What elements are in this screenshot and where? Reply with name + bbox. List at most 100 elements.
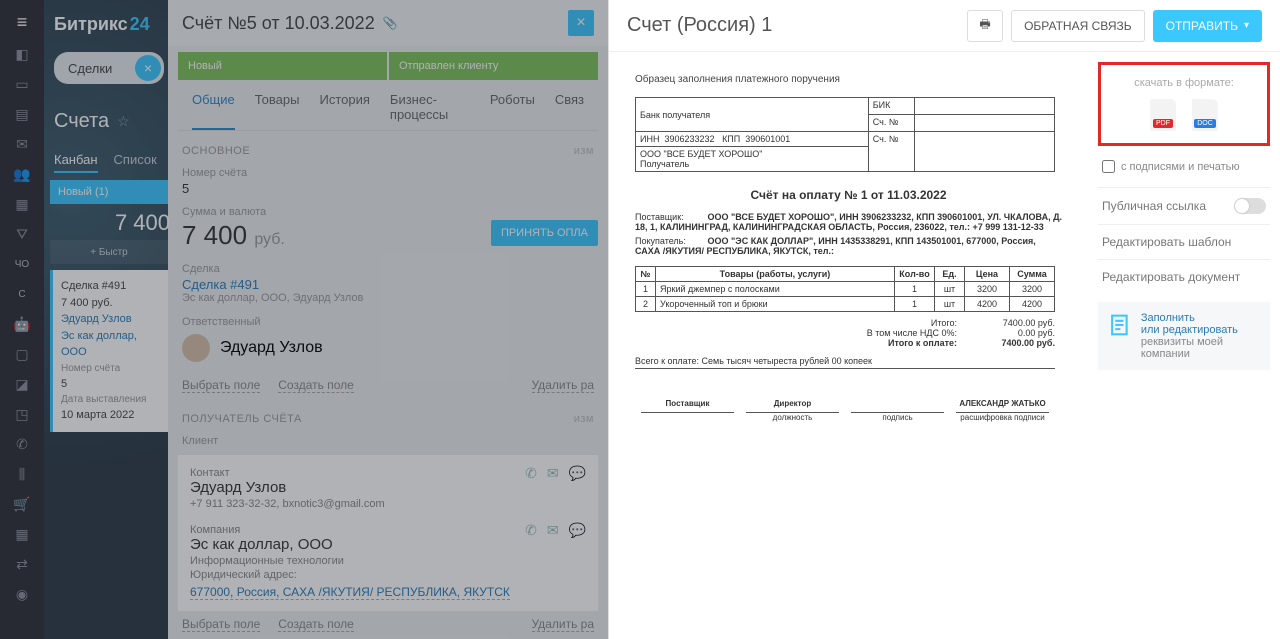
kanban-card[interactable]: Сделка #491 7 400 руб. Эдуард Узлов Эс к… [50, 270, 168, 432]
mail-icon-2[interactable]: ✉ [547, 522, 559, 539]
num-value: 5 [168, 181, 608, 204]
nav-icon-sliders[interactable]: ⇄ [13, 555, 31, 573]
client-label: Клиент [168, 433, 608, 449]
chat-icon-2[interactable]: 💬 [569, 522, 586, 539]
deal-sub: Эс как доллар, ООО, Эдуард Узлов [168, 292, 608, 314]
table-row: 1Яркий джемпер с полосками1шт32003200 [636, 282, 1055, 297]
print-button[interactable]: 🖶 [967, 10, 1003, 42]
avatar [182, 334, 210, 362]
tab-robots[interactable]: Роботы [490, 92, 535, 130]
clip-icon[interactable]: 📎 [383, 16, 398, 30]
kanban-total: 7 400 [10, 210, 170, 236]
edit-template-link[interactable]: Редактировать шаблон [1098, 224, 1270, 259]
stage-pill-new[interactable]: Новый (1) [50, 180, 168, 204]
download-doc[interactable]: DOC [1192, 99, 1218, 131]
card-date-label: Дата выставления [61, 392, 160, 407]
stamp-checkbox[interactable]: с подписями и печатью [1098, 146, 1270, 187]
invoice-panel: Счёт №5 от 10.03.2022 📎 × Новый Отправле… [168, 0, 608, 639]
nav-icon-1[interactable]: ◧ [13, 45, 31, 63]
tab-links[interactable]: Связ [555, 92, 584, 130]
invoice-close-icon[interactable]: × [568, 10, 594, 36]
doc-preview: Образец заполнения платежного поручения … [609, 52, 1088, 639]
invoice-tabs: Общие Товары История Бизнес-процессы Роб… [178, 86, 598, 131]
public-link-toggle[interactable] [1234, 198, 1266, 214]
nav-icon-phone[interactable]: ✆ [13, 435, 31, 453]
buyer-line: Покупатель: ООО "ЭС КАК ДОЛЛАР", ИНН 143… [635, 236, 1062, 256]
nav-icon-2[interactable]: ▭ [13, 75, 31, 93]
nav-icon-c[interactable]: ◳ [13, 405, 31, 423]
stage-sent[interactable]: Отправлен клиенту [389, 52, 598, 80]
mail-icon[interactable]: ✉ [547, 465, 559, 482]
download-pdf[interactable]: PDF [1150, 99, 1176, 131]
delete-section-2[interactable]: Удалить ра [532, 617, 595, 632]
table-row: 2Укороченный топ и брюки1шт42004200 [636, 297, 1055, 312]
tab-products[interactable]: Товары [255, 92, 300, 130]
edit-document-link[interactable]: Редактировать документ [1098, 259, 1270, 294]
legal-address[interactable]: 677000, Россия, САХА /ЯКУТИЯ/ РЕСПУБЛИКА… [190, 585, 510, 600]
star-icon[interactable]: ☆ [117, 113, 130, 130]
nav-text-cho[interactable]: ЧО [13, 255, 31, 273]
nav-icon-chart[interactable]: ⫼ [13, 465, 31, 483]
document-icon [1108, 312, 1133, 340]
contact-sub: +7 911 323-32-32, bxnotic3@gmail.com [190, 498, 586, 510]
quick-add-button[interactable]: + Быстр [50, 240, 168, 264]
select-field[interactable]: Выбрать поле [182, 378, 260, 393]
nav-icon-a[interactable]: ▢ [13, 345, 31, 363]
document-panel: Счет (Россия) 1 🖶 ОБРАТНАЯ СВЯЗЬ ОТПРАВИ… [608, 0, 1280, 639]
nav-icon-mail[interactable]: ✉ [13, 135, 31, 153]
nav-icon-people[interactable]: 👥 [13, 165, 31, 183]
nav-text-c[interactable]: С [13, 285, 31, 303]
section-main: ОСНОВНОЕизм [168, 131, 608, 165]
bank-table: Банк получателя БИК Сч. № ИНН 3906233232… [635, 97, 1055, 172]
nav-icon-robot[interactable]: 🤖 [13, 315, 31, 333]
deals-tab-close-icon[interactable]: × [135, 55, 161, 81]
edit-recipient[interactable]: изм [574, 413, 594, 425]
select-field-2[interactable]: Выбрать поле [182, 617, 260, 632]
chevron-down-icon: ▾ [1244, 20, 1249, 31]
num-label: Номер счёта [168, 165, 608, 181]
supplier-line: Поставщик: ООО "ВСЕ БУДЕТ ХОРОШО", ИНН 3… [635, 212, 1062, 232]
phone-icon[interactable]: ✆ [525, 465, 537, 482]
tab-history[interactable]: История [319, 92, 369, 130]
card-person: Эдуард Узлов [61, 311, 160, 328]
delete-section[interactable]: Удалить ра [532, 378, 595, 393]
tab-list[interactable]: Список [114, 152, 157, 173]
stage-bar: Новый Отправлен клиенту [178, 52, 598, 80]
company-sub: Информационные технологии [190, 555, 586, 567]
doc-side-panel: скачать в формате: PDF DOC с подписями и… [1088, 52, 1280, 639]
create-field[interactable]: Создать поле [278, 378, 354, 393]
edit-main[interactable]: изм [574, 145, 594, 157]
card-num: 5 [61, 376, 160, 393]
responsible[interactable]: Эдуард Узлов [168, 330, 608, 372]
doc-header: Счет (Россия) 1 🖶 ОБРАТНАЯ СВЯЗЬ ОТПРАВИ… [609, 0, 1280, 52]
tab-general[interactable]: Общие [192, 92, 235, 130]
create-field-2[interactable]: Создать поле [278, 617, 354, 632]
nav-icon-cart[interactable]: 🛒 [13, 495, 31, 513]
deal-link[interactable]: Сделка #491 [168, 277, 608, 292]
left-rail: ≡ ◧ ▭ ▤ ✉ 👥 ▦ ⛛ ЧО С 🤖 ▢ ◪ ◳ ✆ ⫼ 🛒 ▦ ⇄ ◉ [0, 0, 44, 639]
nav-icon-chat[interactable]: ◉ [13, 585, 31, 603]
nav-icon-3[interactable]: ▤ [13, 105, 31, 123]
legal-label: Юридический адрес: [190, 569, 586, 581]
nav-icon-b[interactable]: ◪ [13, 375, 31, 393]
totals: Итого:7400.00 руб. В том числе НДС 0%:0.… [635, 318, 1055, 348]
tab-bp[interactable]: Бизнес-процессы [390, 92, 470, 130]
chat-icon[interactable]: 💬 [569, 465, 586, 482]
fill-requisites-box[interactable]: Заполнитьили редактироватьреквизиты моей… [1098, 302, 1270, 370]
deals-tab[interactable]: Сделки × [54, 52, 164, 84]
accept-payment-button[interactable]: ПРИНЯТЬ ОПЛА [491, 220, 598, 246]
download-label: скачать в формате: [1113, 77, 1255, 89]
stage-new[interactable]: Новый [178, 52, 387, 80]
hamburger-icon[interactable]: ≡ [17, 12, 28, 33]
nav-icon-grid[interactable]: ▦ [13, 525, 31, 543]
card-sum: 7 400 руб. [61, 295, 160, 312]
amount-words: Всего к оплате: Семь тысяч четыреста руб… [635, 356, 1055, 369]
tab-kanban[interactable]: Канбан [54, 152, 98, 173]
doc-title: Счет (Россия) 1 [627, 14, 772, 37]
feedback-button[interactable]: ОБРАТНАЯ СВЯЗЬ [1011, 10, 1145, 42]
send-button[interactable]: ОТПРАВИТЬ▾ [1153, 10, 1262, 42]
phone-icon-2[interactable]: ✆ [525, 522, 537, 539]
card-date: 10 марта 2022 [61, 407, 160, 424]
card-num-label: Номер счёта [61, 361, 160, 376]
public-link-row[interactable]: Публичная ссылка [1098, 187, 1270, 224]
